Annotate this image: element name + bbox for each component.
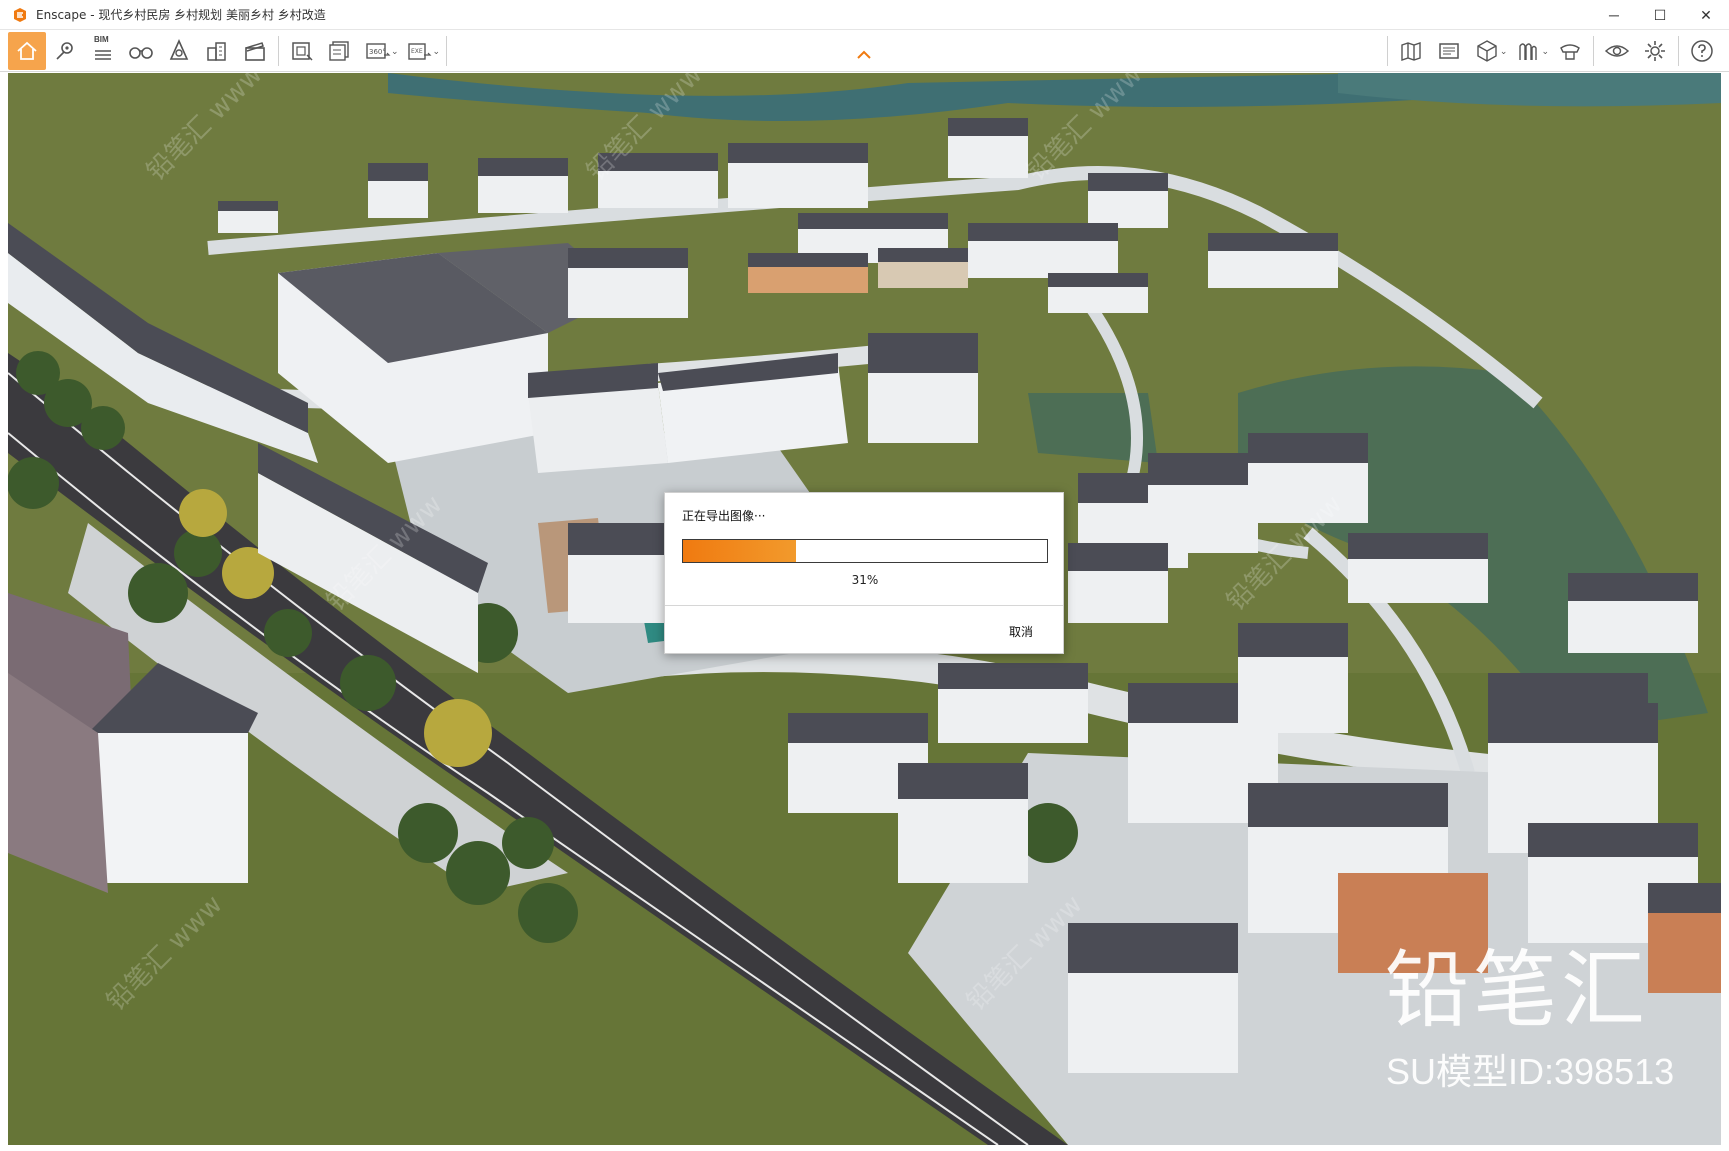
panorama-button[interactable]: 360° (359, 32, 397, 70)
clapper-icon (245, 42, 265, 61)
watermark-model-id: SU模型ID:398513 (1386, 1051, 1675, 1092)
watermark-brand: 铅笔汇 (1385, 941, 1650, 1039)
batch-render-button[interactable] (321, 32, 359, 70)
progress-bar-fill (683, 540, 796, 562)
bim-label: BIM (94, 35, 109, 44)
view-management-button[interactable] (46, 32, 84, 70)
cube-view-icon (1477, 40, 1497, 62)
help-icon (1691, 40, 1713, 62)
binoculars-icon (129, 47, 153, 59)
toolbar-separator (278, 36, 279, 66)
toolbar-separator (1386, 36, 1388, 66)
main-toolbar: BIM 360° ⌄ EXE ⌄ ⌄ ⌄ (0, 30, 1729, 72)
bim-button[interactable]: BIM (84, 32, 122, 70)
material-editor-button[interactable] (1551, 32, 1589, 70)
export-progress-dialog: 正在导出图像··· 31% 取消 (664, 492, 1064, 654)
perspective-icon (169, 39, 189, 60)
toolbar-right-group: ⌄ ⌄ (1383, 30, 1721, 72)
visual-settings-button[interactable] (1598, 32, 1636, 70)
window-title: Enscape - 现代乡村民房 乡村规划 美丽乡村 乡村改造 (36, 8, 326, 22)
cancel-button[interactable]: 取消 (1009, 623, 1033, 640)
exe-export-icon: EXE (407, 43, 431, 60)
title-bar: Enscape - 现代乡村民房 乡村规划 美丽乡村 乡村改造 ─ ☐ ✕ (0, 0, 1729, 30)
panorama-360-icon: 360° (366, 43, 391, 59)
home-icon (17, 41, 37, 60)
image-gallery-icon (1439, 43, 1459, 59)
batch-render-icon (329, 41, 349, 61)
toolbar-left-group: BIM 360° ⌄ EXE ⌄ (8, 30, 451, 72)
enscape-logo-icon (12, 7, 28, 23)
dialog-title: 正在导出图像··· (682, 509, 766, 523)
buildings-button[interactable] (198, 32, 236, 70)
collapse-chevron-icon[interactable] (856, 50, 872, 60)
settings-button[interactable] (1636, 32, 1674, 70)
material-editor-icon (1560, 44, 1580, 60)
exe-label: EXE (411, 48, 423, 55)
help-button[interactable] (1683, 32, 1721, 70)
window-controls: ─ ☐ ✕ (1591, 0, 1729, 30)
gear-icon (1645, 41, 1665, 61)
progress-percent: 31% (851, 573, 879, 587)
home-button[interactable] (8, 32, 46, 70)
toolbar-separator (1593, 36, 1594, 66)
map-icon (1401, 42, 1421, 61)
visual-settings-icon (1604, 45, 1630, 57)
screenshot-icon (292, 42, 313, 61)
minimize-button[interactable]: ─ (1591, 0, 1637, 30)
gallery-button[interactable] (1430, 32, 1468, 70)
exe-export-button[interactable]: EXE (401, 32, 439, 70)
buildings-icon (207, 42, 226, 61)
close-button[interactable]: ✕ (1683, 0, 1729, 30)
video-editor-button[interactable] (236, 32, 274, 70)
dialog-divider (665, 605, 1063, 606)
panorama-label: 360° (369, 48, 386, 56)
screenshot-button[interactable] (283, 32, 321, 70)
asset-library-button[interactable] (1509, 32, 1547, 70)
perspective-button[interactable] (160, 32, 198, 70)
progress-bar (682, 539, 1048, 563)
toolbar-separator (446, 36, 448, 66)
map-button[interactable] (1392, 32, 1430, 70)
binoculars-button[interactable] (122, 32, 160, 70)
toolbar-separator (1678, 36, 1679, 66)
map-pin-icon (56, 42, 73, 60)
maximize-button[interactable]: ☐ (1637, 0, 1683, 30)
asset-library-icon (1519, 43, 1538, 60)
cube-view-button[interactable] (1468, 32, 1506, 70)
